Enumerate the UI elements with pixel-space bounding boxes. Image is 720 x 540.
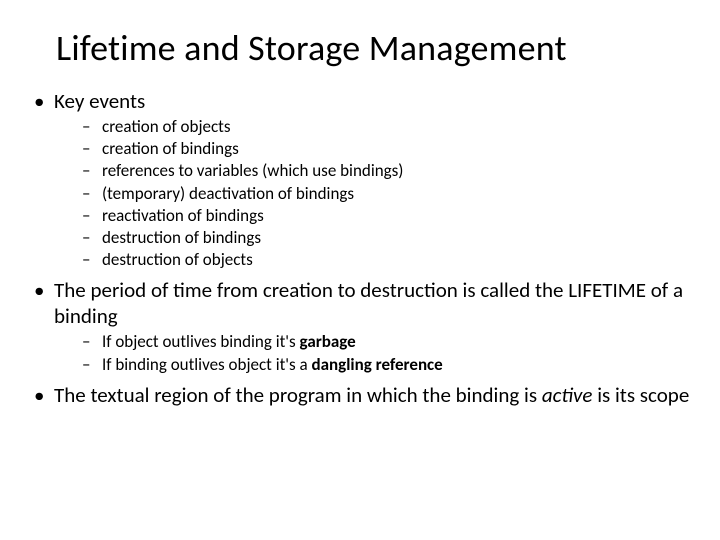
sub-item: creation of objects [54, 116, 690, 138]
sub-item: creation of bindings [54, 138, 690, 160]
sub-item: references to variables (which use bindi… [54, 160, 690, 182]
bullet-text: Key events [54, 88, 145, 114]
sub-list-key-events: creation of objects creation of bindings… [54, 116, 690, 271]
sub-item: destruction of objects [54, 249, 690, 271]
sub-text-pre: If object outlives binding it's [102, 331, 300, 352]
bullet-lifetime: The period of time from creation to dest… [30, 277, 690, 376]
sub-text: (temporary) deactivation of bindings [102, 183, 354, 204]
sub-item: If object outlives binding it's garbage [54, 331, 690, 353]
bullet-scope: The textual region of the program in whi… [30, 382, 690, 408]
sub-text-bold: garbage [300, 331, 356, 352]
bullet-list: Key events creation of objects creation … [30, 88, 690, 408]
bullet-text: The period of time from creation to dest… [54, 277, 683, 329]
sub-list-lifetime: If object outlives binding it's garbage … [54, 331, 690, 375]
sub-text: creation of bindings [102, 138, 239, 159]
sub-text-bold: dangling reference [312, 354, 443, 375]
sub-text: destruction of bindings [102, 227, 261, 248]
sub-item: If binding outlives object it's a dangli… [54, 354, 690, 376]
sub-text: destruction of objects [102, 249, 253, 270]
sub-item: (temporary) deactivation of bindings [54, 183, 690, 205]
bullet-text-pre: The textual region of the program in whi… [54, 382, 542, 408]
bullet-text-italic: active [542, 382, 593, 408]
sub-item: destruction of bindings [54, 227, 690, 249]
slide: Lifetime and Storage Management Key even… [0, 0, 720, 540]
sub-text: creation of objects [102, 116, 231, 137]
slide-title: Lifetime and Storage Management [56, 26, 690, 70]
bullet-text-post: is its scope [592, 382, 689, 408]
bullet-key-events: Key events creation of objects creation … [30, 88, 690, 271]
sub-text: references to variables (which use bindi… [102, 160, 403, 181]
sub-item: reactivation of bindings [54, 205, 690, 227]
sub-text: reactivation of bindings [102, 205, 264, 226]
sub-text-pre: If binding outlives object it's a [102, 354, 312, 375]
